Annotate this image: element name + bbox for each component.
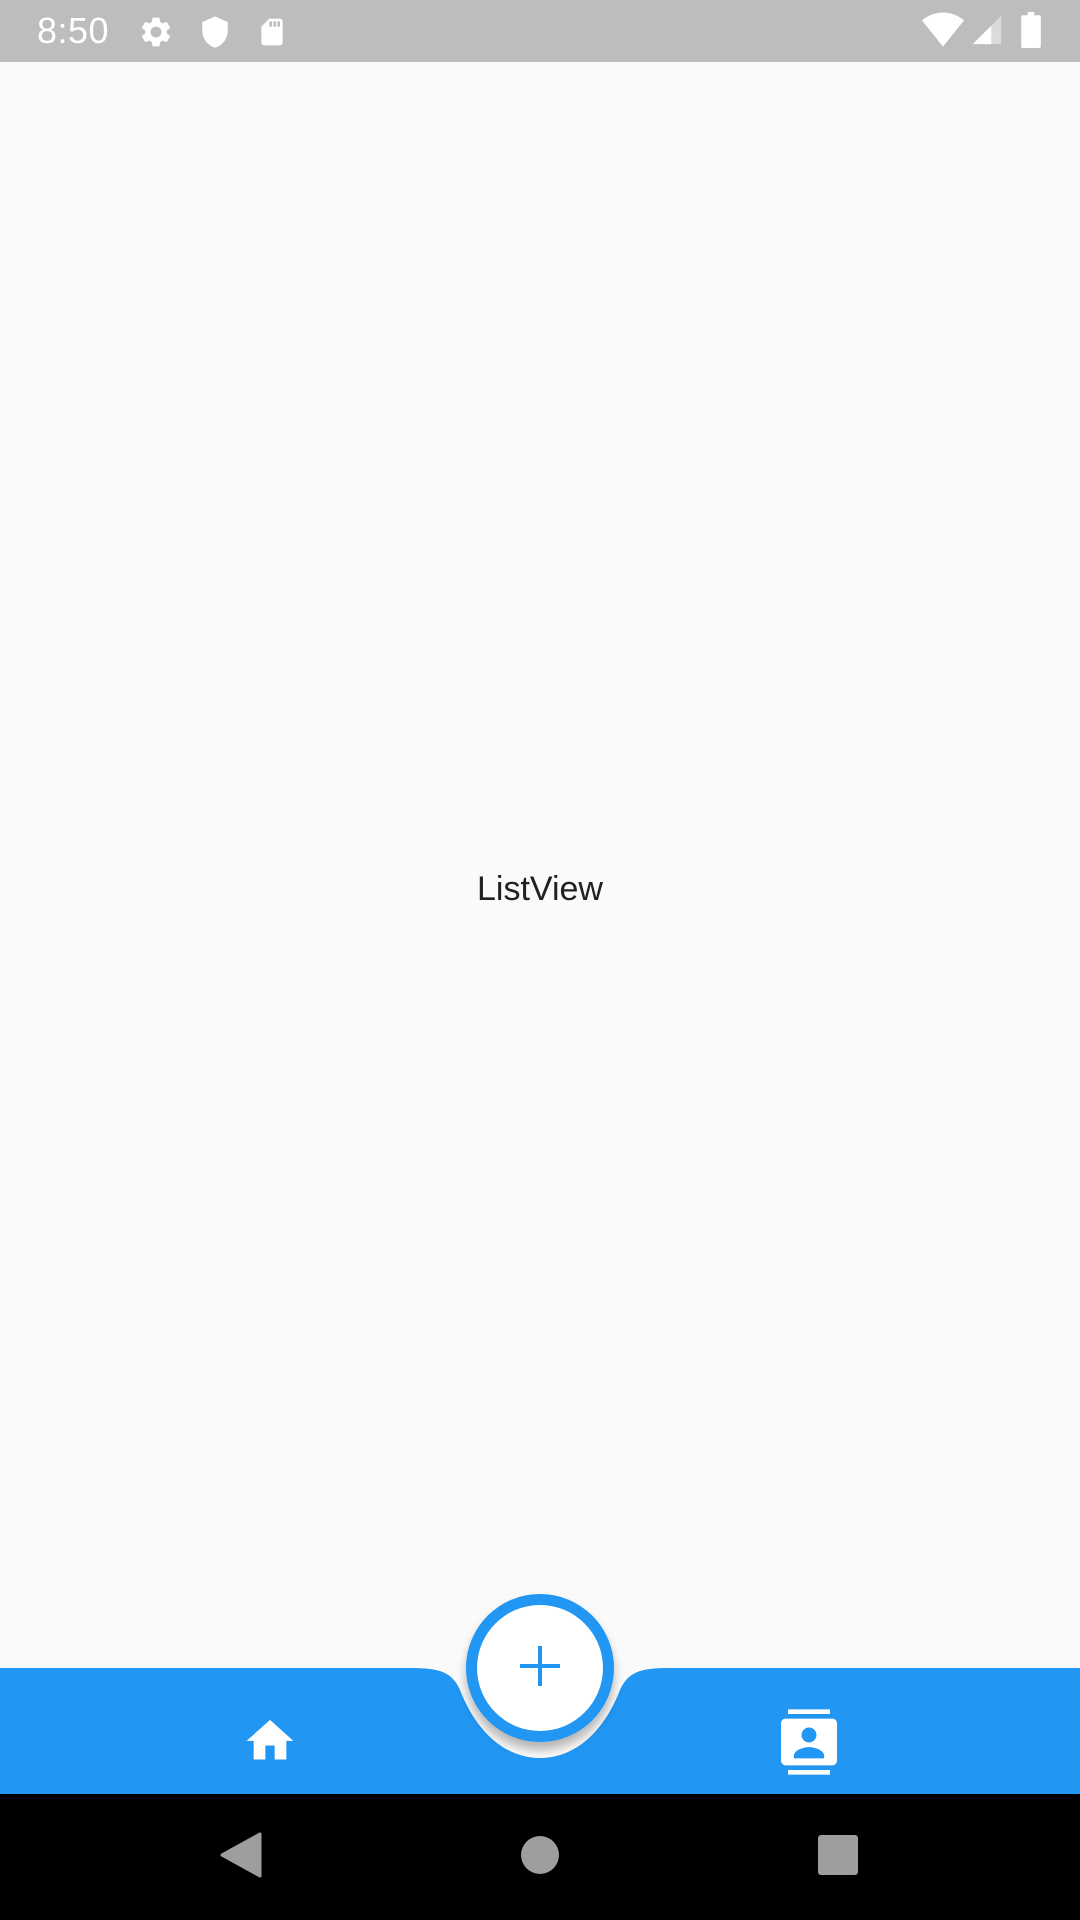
shield-icon (198, 14, 232, 50)
system-back-button[interactable] (200, 1794, 280, 1920)
sd-card-icon (256, 14, 288, 50)
system-recents-button[interactable] (798, 1794, 878, 1920)
gear-icon (138, 14, 174, 50)
list-view-label: ListView (477, 870, 603, 908)
home-circle-icon (520, 1835, 560, 1880)
back-icon (218, 1830, 262, 1885)
nav-contacts-button[interactable] (759, 1694, 859, 1794)
cell-signal-icon (970, 12, 1004, 48)
plus-icon (518, 1644, 562, 1693)
system-navigation-bar (0, 1794, 1080, 1920)
status-bar: 8:50 (0, 0, 1080, 62)
list-view-area: ListView (0, 62, 1080, 1668)
add-fab-button[interactable] (466, 1594, 614, 1742)
system-home-button[interactable] (500, 1794, 580, 1920)
nav-home-button[interactable] (220, 1694, 320, 1794)
fab-inner-circle (477, 1605, 603, 1731)
contact-card-icon (781, 1708, 837, 1780)
battery-icon (1020, 12, 1042, 48)
status-time: 8:50 (37, 10, 110, 51)
wifi-icon (922, 12, 964, 48)
recents-icon (818, 1834, 858, 1880)
home-icon (242, 1717, 298, 1772)
